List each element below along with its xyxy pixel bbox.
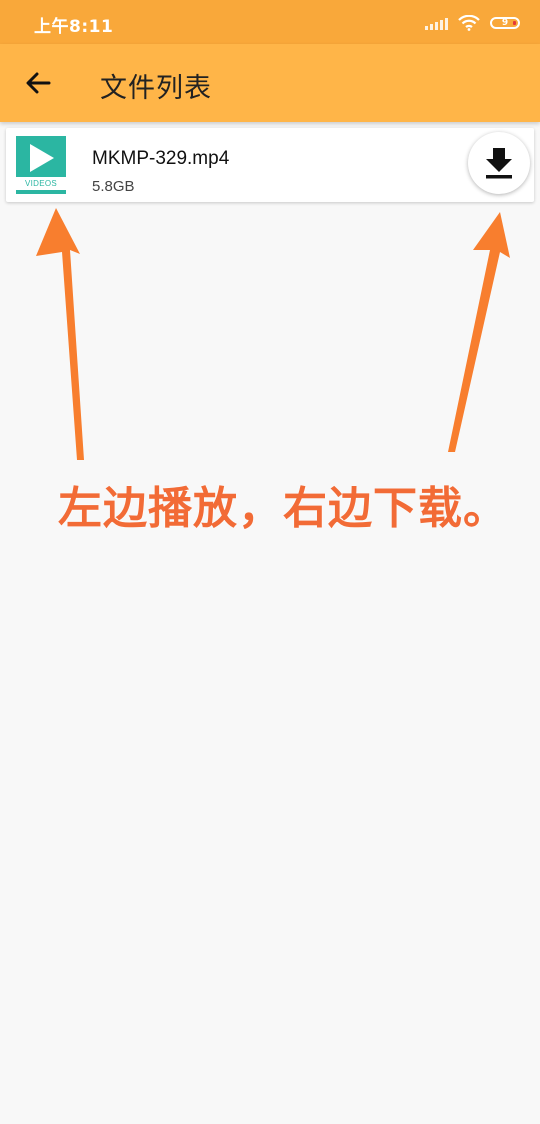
signal-icon [425,16,448,30]
back-button[interactable] [18,63,58,103]
thumb-label: VIDEOS [16,177,66,190]
play-icon [30,144,54,172]
status-icons: 9 [425,12,520,34]
battery-level: 9 [501,17,509,28]
download-icon [486,148,512,179]
status-time: 上午8:11 [34,17,114,37]
download-button[interactable] [468,132,530,194]
annotation-text: 左边播放，右边下载。 [58,483,508,534]
file-name: MKMP-329.mp4 [92,148,230,169]
file-size: 5.8GB [92,178,135,195]
battery-icon: 9 [490,17,520,29]
wifi-icon [458,15,480,31]
list-item[interactable]: VIDEOS MKMP-329.mp4 5.8GB [6,128,534,202]
status-bar: 上午8:11 9 [0,0,540,44]
left-arrow [36,208,84,460]
page-title: 文件列表 [100,73,212,104]
video-file-icon[interactable]: VIDEOS [16,136,66,194]
arrow-left-icon [26,72,51,94]
app-bar: 文件列表 [0,44,540,122]
right-arrow [448,212,510,452]
